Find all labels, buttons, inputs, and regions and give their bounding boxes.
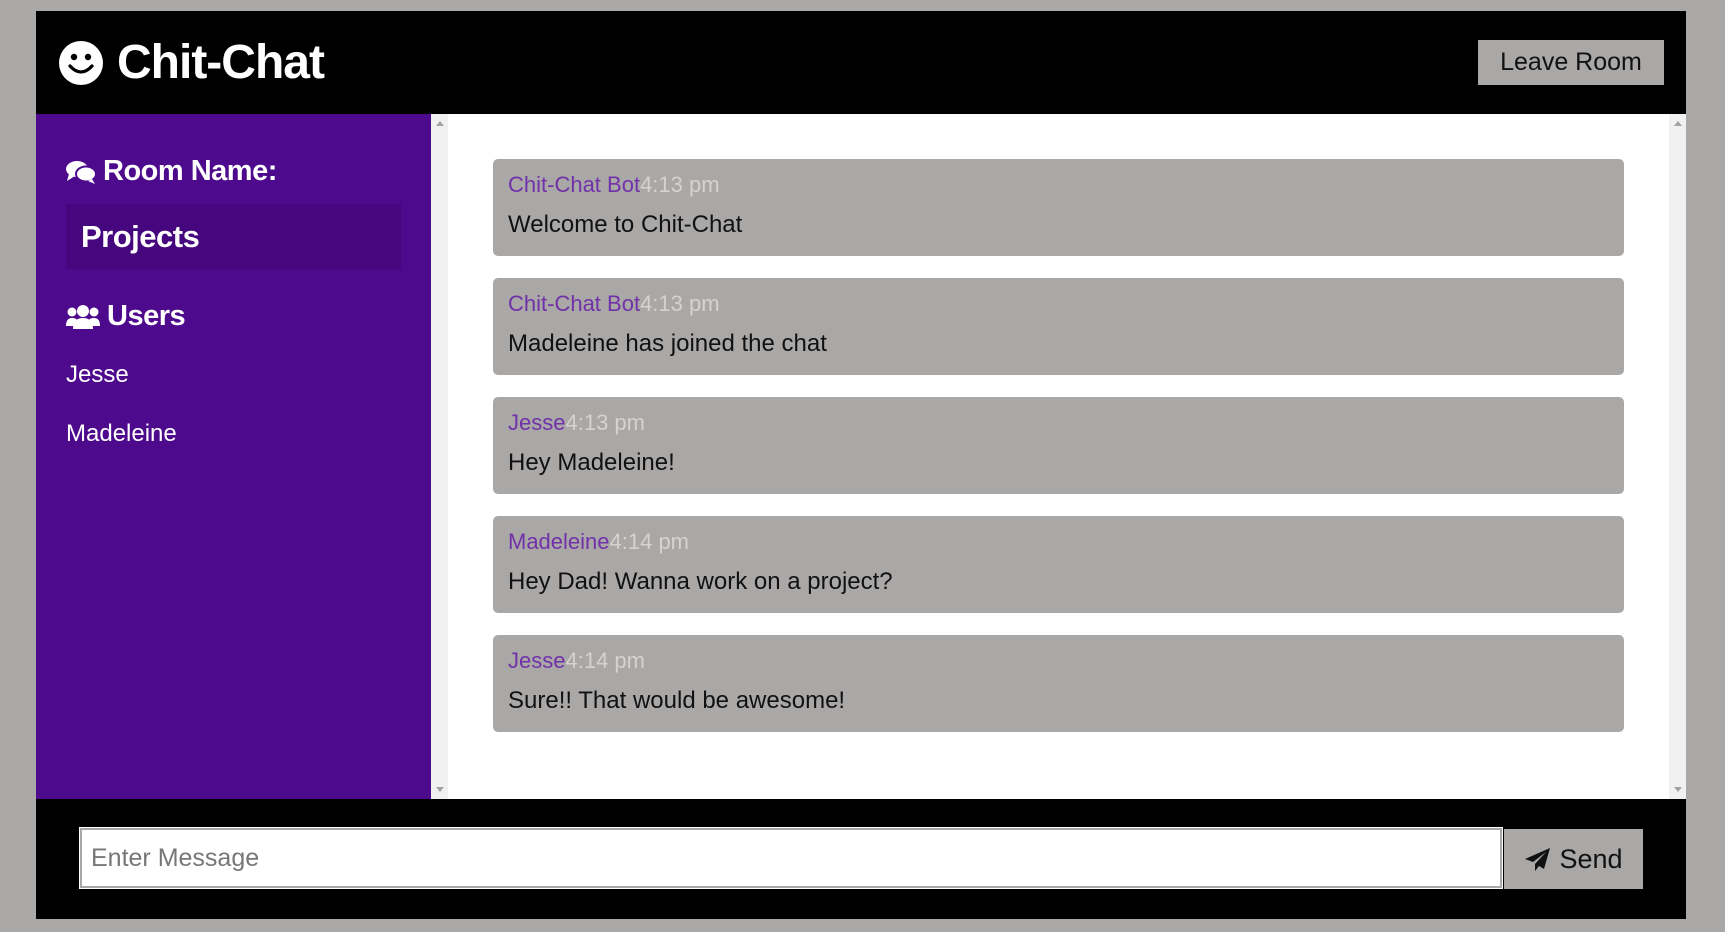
paper-plane-icon: [1525, 847, 1551, 871]
users-icon: [66, 304, 100, 329]
sidebar: Room Name: Projects Users Jesse Madelein…: [36, 114, 431, 799]
message: Chit-Chat Bot 4:13 pm Madeleine has joine…: [493, 278, 1624, 375]
room-name-heading: Room Name:: [65, 155, 277, 188]
message-meta: Chit-Chat Bot 4:13 pm: [508, 172, 1609, 199]
message-time: 4:13 pm: [640, 291, 720, 316]
message-time: 4:13 pm: [640, 172, 720, 197]
message-list: Chit-Chat Bot 4:13 pm Welcome to Chit-Cha…: [493, 159, 1624, 754]
message-text: Madeleine has joined the chat: [508, 330, 827, 357]
message-text: Hey Dad! Wanna work on a project?: [508, 568, 893, 595]
message: Jesse 4:13 pm Hey Madeleine!: [493, 397, 1624, 494]
message-author: Jesse: [508, 410, 566, 435]
user-item: Jesse: [66, 361, 129, 388]
room-name-heading-label: Room Name:: [103, 155, 277, 187]
message-meta: Jesse 4:14 pm: [508, 648, 1609, 675]
message-text: Welcome to Chit-Chat: [508, 211, 743, 238]
chat-app: Chit-Chat Leave Room Room Name: Projects: [36, 11, 1686, 919]
send-button[interactable]: Send: [1504, 829, 1643, 889]
scroll-up-arrow-icon[interactable]: [436, 121, 444, 126]
message-text: Sure!! That would be awesome!: [508, 687, 846, 714]
scroll-down-arrow-icon[interactable]: [436, 787, 444, 792]
app-logo: Chit-Chat: [57, 35, 325, 90]
message-author: Chit-Chat Bot: [508, 291, 641, 316]
comments-icon: [66, 160, 97, 184]
smiley-face-icon: [59, 40, 103, 85]
message-author: Chit-Chat Bot: [508, 172, 641, 197]
message-meta: Madeleine 4:14 pm: [508, 529, 1609, 556]
message-time: 4:13 pm: [565, 410, 645, 435]
scroll-down-arrow-icon[interactable]: [1674, 787, 1682, 792]
message-meta: Jesse 4:13 pm: [508, 410, 1609, 437]
message-input[interactable]: [79, 827, 1503, 889]
app-title: Chit-Chat: [117, 36, 325, 89]
message-meta: Chit-Chat Bot 4:13 pm: [508, 291, 1609, 318]
users-heading-label: Users: [107, 300, 186, 332]
message-time: 4:14 pm: [565, 648, 645, 673]
right-scrollbar[interactable]: [1669, 114, 1686, 799]
user-item: Madeleine: [66, 420, 177, 447]
leave-room-button[interactable]: Leave Room: [1478, 40, 1664, 85]
room-name: Projects: [66, 204, 401, 269]
message-author: Jesse: [508, 648, 566, 673]
message-author: Madeleine: [508, 529, 610, 554]
left-scrollbar[interactable]: [431, 114, 448, 799]
scroll-up-arrow-icon[interactable]: [1674, 121, 1682, 126]
room-name-label: Projects: [81, 218, 200, 254]
header-bar: Chit-Chat Leave Room: [36, 11, 1686, 114]
send-button-label: Send: [1559, 843, 1623, 874]
message-composer: Send: [36, 799, 1686, 919]
users-heading: Users: [65, 300, 186, 333]
message-area[interactable]: Chit-Chat Bot 4:13 pm Welcome to Chit-Cha…: [431, 114, 1686, 799]
message: Madeleine 4:14 pm Hey Dad! Wanna work on …: [493, 516, 1624, 613]
message-time: 4:14 pm: [609, 529, 690, 554]
message-text: Hey Madeleine!: [508, 449, 675, 476]
message: Chit-Chat Bot 4:13 pm Welcome to Chit-Cha…: [493, 159, 1624, 256]
users-list: Jesse Madeleine: [66, 361, 177, 479]
message: Jesse 4:14 pm Sure!! That would be awesom…: [493, 635, 1624, 732]
